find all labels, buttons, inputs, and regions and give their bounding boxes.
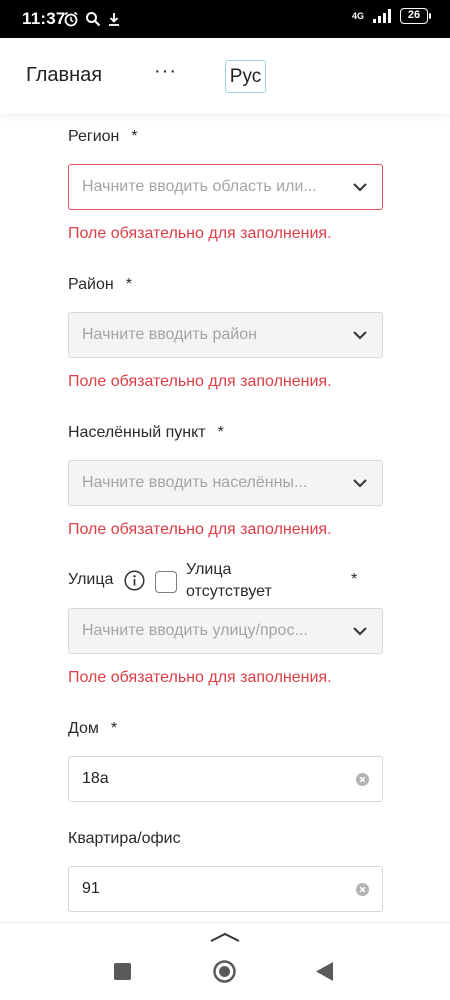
chevron-down-icon <box>353 479 367 488</box>
house-input[interactable]: 18а <box>68 756 383 802</box>
locality-select[interactable]: Начните вводить населённы... <box>68 460 383 506</box>
battery-level: 26 <box>407 9 421 21</box>
home-button[interactable] <box>213 960 236 983</box>
alarm-icon <box>64 11 78 27</box>
district-select[interactable]: Начните вводить район <box>68 312 383 358</box>
required-mark: * <box>217 424 224 441</box>
chevron-down-icon <box>353 183 367 192</box>
house-value: 18а <box>82 770 109 787</box>
region-select[interactable]: Начните вводить область или... <box>68 164 383 210</box>
nav-home-link[interactable]: Главная <box>26 64 102 87</box>
region-placeholder: Начните вводить область или... <box>82 178 317 195</box>
no-street-checkbox-label[interactable]: Улица отсутствует <box>186 559 296 603</box>
chevron-down-icon <box>353 627 367 636</box>
network-type: 4G <box>351 10 364 21</box>
back-button[interactable] <box>315 961 334 982</box>
info-icon[interactable] <box>124 570 145 591</box>
street-error: Поле обязательно для заполнения. <box>68 669 332 686</box>
locality-label: Населённый пункт * <box>68 424 224 441</box>
clear-icon[interactable] <box>356 773 369 786</box>
apartment-value: 91 <box>82 880 100 897</box>
house-label: Дом * <box>68 720 118 737</box>
required-mark: * <box>110 720 118 737</box>
clear-icon[interactable] <box>356 883 369 896</box>
apartment-label: Квартира/офис <box>68 830 181 847</box>
region-label: Регион * <box>68 128 138 145</box>
district-label: Район * <box>68 276 132 293</box>
recent-apps-button[interactable] <box>114 963 131 980</box>
system-nav-bar <box>0 952 450 1000</box>
status-time: 11:37 <box>22 9 66 28</box>
street-placeholder: Начните вводить улицу/прос... <box>82 622 308 639</box>
locality-error: Поле обязательно для заполнения. <box>68 521 332 538</box>
language-switch-button[interactable]: Рус <box>225 60 266 93</box>
status-bar: 11:37 4G 26 <box>0 0 450 38</box>
required-mark: * <box>351 571 358 588</box>
region-error: Поле обязательно для заполнения. <box>68 225 332 242</box>
required-mark: * <box>131 128 138 145</box>
required-mark: * <box>125 276 132 293</box>
district-error: Поле обязательно для заполнения. <box>68 373 332 390</box>
signal-icon <box>373 9 391 23</box>
no-street-checkbox[interactable] <box>155 571 177 593</box>
street-select[interactable]: Начните вводить улицу/прос... <box>68 608 383 654</box>
apartment-input[interactable]: 91 <box>68 866 383 912</box>
nav-more-button[interactable]: ··· <box>154 60 177 83</box>
chevron-up-icon[interactable] <box>209 931 241 943</box>
download-icon <box>109 13 119 26</box>
district-placeholder: Начните вводить район <box>82 326 257 343</box>
chevron-down-icon <box>353 331 367 340</box>
street-label: Улица <box>68 571 114 588</box>
battery-icon: 26 <box>400 8 431 24</box>
locality-placeholder: Начните вводить населённы... <box>82 474 308 491</box>
search-icon <box>86 12 101 27</box>
top-header: Главная ··· Рус <box>0 38 450 114</box>
